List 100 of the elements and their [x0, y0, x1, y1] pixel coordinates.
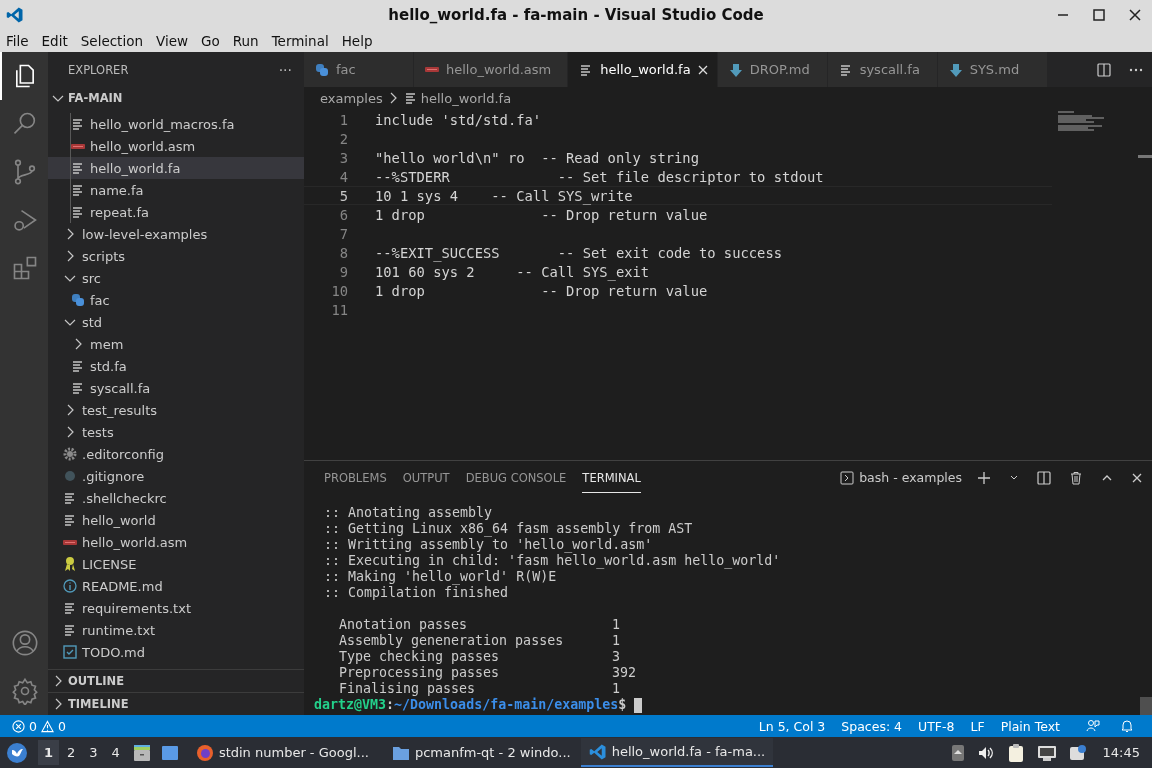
feedback-icon[interactable] [1086, 719, 1100, 733]
terminal-text: Assembly geneneration passes [339, 633, 565, 649]
code-line: "hello world\n" ro -- Read only string [375, 149, 699, 166]
start-menu-icon[interactable] [6, 741, 28, 764]
code-line: 1 drop -- Drop return value [375, 206, 708, 223]
panel-tab[interactable]: TERMINAL [582, 462, 641, 493]
app-logo-icon [6, 5, 24, 24]
workspace-button[interactable]: 1 [38, 740, 60, 765]
tree-item[interactable]: tests [48, 421, 304, 443]
maximize-icon[interactable] [1092, 7, 1106, 22]
section-header[interactable]: OUTLINE [48, 669, 304, 692]
menu-item[interactable]: Edit [35, 32, 75, 49]
clipboard-icon[interactable] [1006, 742, 1025, 763]
breadcrumb-item[interactable]: examples [320, 90, 383, 106]
scrollbar[interactable] [1138, 155, 1152, 158]
taskbar-window[interactable]: stdin number - Googl... [187, 738, 380, 767]
network-icon[interactable] [1036, 743, 1057, 762]
menu-item[interactable]: Terminal [265, 32, 336, 49]
tree-item[interactable]: std.fa [48, 355, 304, 377]
menu-item[interactable]: Help [335, 32, 380, 49]
tree-item[interactable]: src [48, 267, 304, 289]
explorer-title: EXPLORER [68, 62, 129, 77]
terminal-text: 1 [612, 681, 620, 697]
close-icon[interactable] [696, 63, 709, 76]
tree-item[interactable]: .shellcheckrc [48, 487, 304, 509]
clock: 14:45 [1102, 745, 1140, 760]
menu-item[interactable]: File [0, 32, 36, 49]
circle-icon [62, 468, 78, 484]
tree-item[interactable]: std [48, 311, 304, 333]
tree-item[interactable]: LICENSE [48, 553, 304, 575]
editor-tab[interactable]: syscall.fa [827, 52, 938, 87]
workspace-button[interactable]: 4 [105, 740, 126, 765]
code-line: --%STDERR -- Set file descriptor to stdout [375, 168, 824, 185]
tree-item[interactable]: scripts [48, 245, 304, 267]
status-item[interactable]: LF [970, 718, 985, 734]
tree-item[interactable]: low-level-examples [48, 223, 304, 245]
status-item[interactable]: Plain Text [1000, 718, 1060, 734]
close-icon[interactable] [1128, 7, 1142, 22]
more-icon[interactable] [1129, 67, 1143, 72]
tree-item[interactable]: repeat.fa [48, 201, 304, 223]
file-cabinet-icon[interactable] [131, 742, 152, 763]
tree-item[interactable]: README.md [48, 575, 304, 597]
prompt-symbol: $ [618, 697, 627, 713]
tree-item[interactable]: syscall.fa [48, 377, 304, 399]
workspace-button[interactable]: 2 [61, 740, 82, 765]
tree-item[interactable]: hello_world.asm [48, 531, 304, 553]
warning-icon [40, 719, 54, 733]
line-number: 7 [338, 225, 349, 242]
split-editor-icon[interactable] [1097, 62, 1111, 77]
editor-tab[interactable]: hello_world.fa [568, 52, 718, 87]
panel-tab[interactable]: PROBLEMS [324, 462, 387, 493]
status-item[interactable]: Ln 5, Col 3 [758, 718, 826, 734]
tree-item[interactable]: name.fa [48, 179, 304, 201]
tree-item[interactable]: mem [48, 333, 304, 355]
tree-item[interactable]: TODO.md [48, 641, 304, 663]
panel-tab[interactable]: OUTPUT [402, 462, 450, 493]
folder-header[interactable]: FA-MAIN [48, 87, 304, 109]
split-terminal-icon[interactable] [1037, 470, 1051, 485]
more-actions-button[interactable]: ··· [278, 61, 292, 78]
editor-tab[interactable]: hello_world.asm [414, 52, 569, 87]
file-type-icon [425, 67, 439, 72]
editor-tab[interactable]: fac [304, 52, 414, 87]
info-icon [62, 578, 78, 594]
tree-item[interactable]: test_results [48, 399, 304, 421]
terminal-line: :: Making 'hello_world' R(W)E [324, 569, 558, 585]
trash-icon[interactable] [1069, 470, 1083, 485]
tree-item[interactable]: hello_world_macros.fa [48, 113, 304, 135]
status-item[interactable]: Spaces: 4 [841, 718, 903, 734]
editor-tab[interactable]: DROP.md [717, 52, 828, 87]
menu-item[interactable]: Selection [74, 32, 150, 49]
notification-icon[interactable] [1068, 743, 1087, 762]
line-number: 4 [338, 168, 349, 185]
breadcrumb-item[interactable]: hello_world.fa [420, 90, 512, 106]
bell-icon[interactable] [1120, 719, 1134, 733]
menu-item[interactable]: Run [226, 32, 266, 49]
terminal-selector[interactable]: bash - examples [840, 470, 962, 485]
plus-icon[interactable] [977, 470, 991, 485]
problems-status[interactable]: 0 0 [12, 718, 66, 734]
tree-item[interactable]: hello_world.fa [48, 157, 304, 179]
terminal-text: Anotation passes [339, 617, 469, 633]
tree-item[interactable]: hello_world.asm [48, 135, 304, 157]
arrow-down-icon [727, 61, 744, 78]
tree-item[interactable]: fac [48, 289, 304, 311]
line-number: 1 [338, 111, 349, 128]
tree-item[interactable]: hello_world [48, 509, 304, 531]
panel-tab[interactable]: DEBUG CONSOLE [465, 462, 567, 493]
scrollbar[interactable] [1140, 697, 1152, 715]
menu-item[interactable]: View [149, 32, 195, 49]
taskbar-window[interactable]: hello_world.fa - fa-ma... [580, 738, 773, 767]
tree-item[interactable]: .gitignore [48, 465, 304, 487]
tree-item[interactable]: runtime.txt [48, 619, 304, 641]
tree-item[interactable]: requirements.txt [48, 597, 304, 619]
status-item[interactable]: UTF-8 [918, 718, 955, 734]
line-number: 3 [338, 149, 349, 166]
line-number: 2 [338, 130, 349, 147]
menu-item[interactable]: Go [195, 32, 227, 49]
editor-tab[interactable]: SYS.md [937, 52, 1048, 87]
tree-item[interactable]: .editorconfig [48, 443, 304, 465]
workspace-button[interactable]: 3 [83, 740, 104, 765]
taskbar-window[interactable]: pcmanfm-qt - 2 windo... [383, 738, 577, 767]
